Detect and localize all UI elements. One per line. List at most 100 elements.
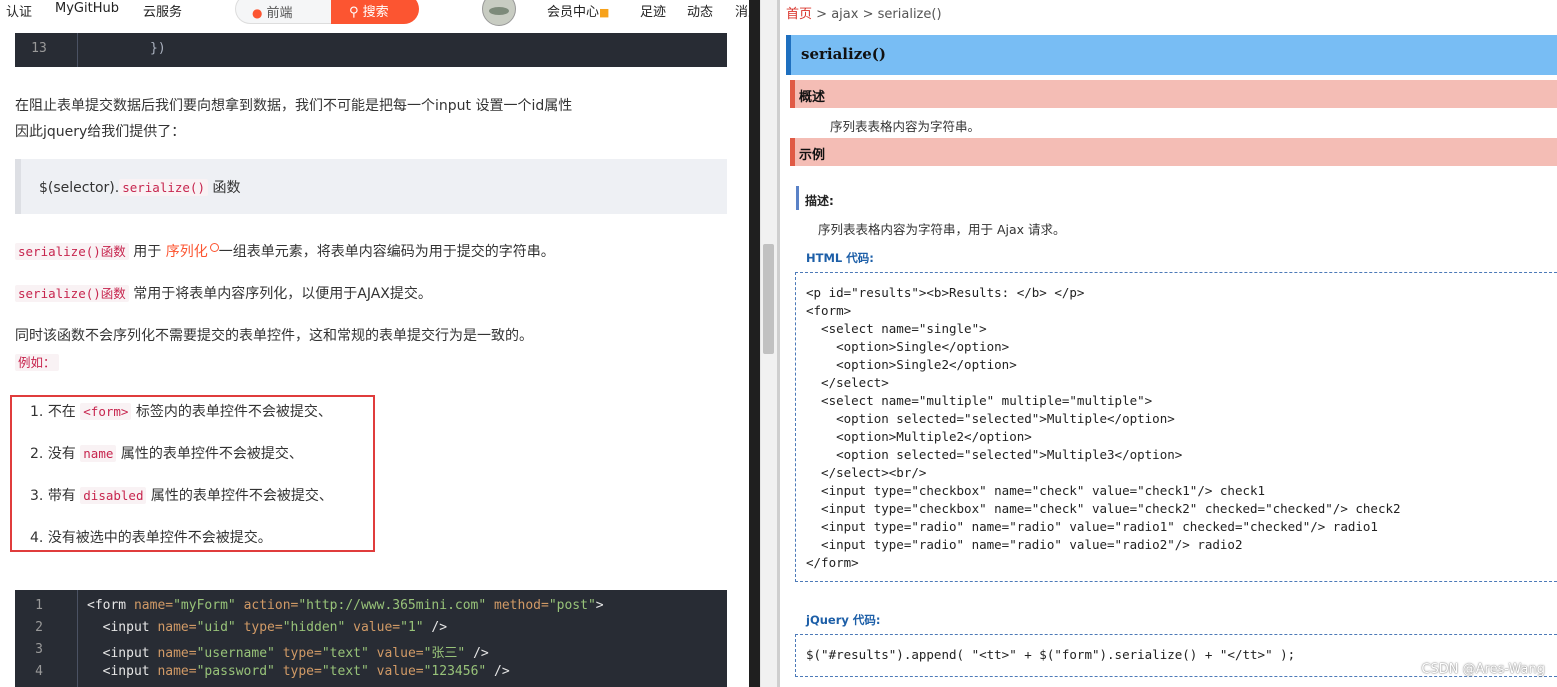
line-number: 1 bbox=[35, 598, 43, 613]
overview-text: 序列表表格内容为字符串。 bbox=[830, 119, 981, 134]
breadcrumb: 首页 > ajax > serialize() bbox=[786, 3, 942, 22]
list-item: 4. 没有被选中的表单控件不会被提交。 bbox=[30, 527, 272, 547]
code-line: <option>Single</option> bbox=[806, 339, 1010, 354]
code-line: }) bbox=[150, 41, 166, 56]
code-text: <input name="password" type="text" value… bbox=[87, 664, 510, 679]
gift-icon: ■ bbox=[599, 6, 610, 19]
inline-code: name bbox=[80, 445, 117, 462]
section-overview: 概述 bbox=[790, 80, 1557, 108]
desc-text: 序列表表格内容为字符串，用于 Ajax 请求。 bbox=[818, 222, 1066, 237]
window-edge bbox=[749, 0, 760, 687]
code-line: </form> bbox=[806, 555, 859, 570]
avatar[interactable] bbox=[482, 0, 516, 26]
quote-suffix: 函数 bbox=[208, 180, 241, 196]
list-num: 1. bbox=[30, 404, 48, 420]
code-line: 3 <input name="username" type="text" val… bbox=[15, 642, 727, 664]
nav-item-certify[interactable]: 认证 bbox=[6, 1, 32, 20]
list-num: 2. bbox=[30, 446, 48, 462]
p4-text: 常用于将表单内容序列化，以便用于AJAX提交。 bbox=[128, 286, 432, 302]
search-button-label: 搜索 bbox=[362, 5, 389, 20]
line-number: 13 bbox=[31, 41, 47, 56]
code-line: <option selected="selected">Multiple</op… bbox=[806, 411, 1175, 426]
nav-item-mygithub[interactable]: MyGitHub bbox=[55, 1, 119, 16]
paragraph-3: serialize()函数 用于 序列化 一组表单元素，将表单内容编码为用于提交的… bbox=[15, 241, 555, 261]
breadcrumb-home[interactable]: 首页 bbox=[786, 7, 812, 22]
list-text: 没有 bbox=[47, 446, 81, 462]
code-line: 4 <input name="password" type="text" val… bbox=[15, 664, 727, 686]
paragraph-1: 在阻止表单提交数据后我们要向想拿到数据，我们不可能是把每一个input 设置一个… bbox=[15, 98, 573, 114]
code-line: 1 <form name="myForm" action="http://www.… bbox=[15, 598, 727, 620]
top-nav: 认证 MyGitHub 云服务 ● 前端 ⚲ 搜索 会员中心■ 足迹 动态 消息 bbox=[0, 0, 761, 26]
paragraph-2: 因此jquery给我们提供了： bbox=[15, 124, 186, 140]
html-code-box: <p id="results"><b>Results: </b> </p> <f… bbox=[795, 272, 1557, 582]
search-button[interactable]: ⚲ 搜索 bbox=[331, 0, 419, 24]
inline-code: serialize() bbox=[119, 179, 208, 196]
code-line: <select name="single"> bbox=[806, 321, 987, 336]
code-line: <input type="radio" name="radio" value="… bbox=[806, 519, 1378, 534]
list-num: 4. bbox=[30, 530, 48, 546]
code-block-form: 1 <form name="myForm" action="http://www.… bbox=[15, 590, 727, 687]
nav-item-vip[interactable]: 会员中心■ bbox=[547, 1, 609, 20]
quote-prefix: $(selector). bbox=[39, 180, 120, 196]
section-example: 示例 bbox=[790, 138, 1557, 166]
fire-icon: ● bbox=[252, 6, 263, 20]
list-text: 带有 bbox=[47, 488, 81, 504]
inline-code: serialize()函数 bbox=[15, 243, 129, 260]
code-line: <input type="checkbox" name="check" valu… bbox=[806, 483, 1266, 498]
list-num: 3. bbox=[30, 488, 48, 504]
breadcrumb-current: serialize() bbox=[877, 7, 942, 22]
inline-code: 例如： bbox=[15, 354, 59, 371]
code-line: <option>Single2</option> bbox=[806, 357, 1017, 372]
code-line: <form> bbox=[806, 303, 852, 318]
search-input[interactable]: ● 前端 bbox=[235, 0, 331, 24]
breadcrumb-sep: > bbox=[816, 7, 828, 22]
code-line: <option selected="selected">Multiple3</o… bbox=[806, 447, 1183, 462]
scrollbar-thumb[interactable] bbox=[763, 244, 774, 354]
list-text: 属性的表单控件不会被提交、 bbox=[116, 446, 303, 462]
search-placeholder: 前端 bbox=[266, 6, 293, 21]
list-text: 不在 bbox=[47, 404, 81, 420]
nav-item-cloud[interactable]: 云服务 bbox=[143, 1, 182, 20]
code-line: 2 <input name="uid" type="hidden" value=… bbox=[15, 620, 727, 642]
code-text: <form name="myForm" action="http://www.3… bbox=[87, 598, 604, 613]
line-number: 4 bbox=[35, 664, 43, 679]
html-code-label: HTML 代码: bbox=[806, 251, 874, 265]
inline-code: disabled bbox=[80, 487, 147, 504]
list-text: 没有被选中的表单控件不会被提交。 bbox=[47, 530, 272, 546]
nav-vip-label: 会员中心 bbox=[547, 5, 600, 20]
code-line: <input type="checkbox" name="check" valu… bbox=[806, 501, 1401, 516]
watermark: CSDN @Ares-Wang bbox=[1421, 662, 1545, 677]
nav-item-activity[interactable]: 动态 bbox=[687, 1, 713, 20]
search-icon[interactable] bbox=[209, 243, 219, 252]
code-line: </select> bbox=[806, 375, 889, 390]
code-block-top: 13 }) bbox=[15, 33, 727, 67]
code-line: <select name="multiple" multiple="multip… bbox=[806, 393, 1153, 408]
gutter-divider bbox=[77, 33, 78, 67]
nav-item-footprint[interactable]: 足迹 bbox=[640, 1, 666, 20]
list-item: 2. 没有 name 属性的表单控件不会被提交、 bbox=[30, 443, 303, 463]
jquery-code-label: jQuery 代码: bbox=[806, 613, 881, 627]
code-text: <input name="username" type="text" value… bbox=[87, 646, 489, 661]
list-item: 1. 不在 <form> 标签内的表单控件不会被提交、 bbox=[30, 401, 332, 421]
code-line: <p id="results"><b>Results: </b> </p> bbox=[806, 285, 1085, 300]
code-line: <option>Multiple2</option> bbox=[806, 429, 1032, 444]
p3-text-a: 用于 bbox=[128, 244, 166, 260]
keyword-link[interactable]: 序列化 bbox=[166, 244, 208, 260]
list-text: 属性的表单控件不会被提交、 bbox=[146, 488, 333, 504]
list-text: 标签内的表单控件不会被提交、 bbox=[131, 404, 332, 420]
line-number: 3 bbox=[35, 642, 43, 657]
page-title: serialize() bbox=[786, 35, 1557, 75]
code-text: <input name="uid" type="hidden" value="1… bbox=[87, 620, 448, 635]
paragraph-4: serialize()函数 常用于将表单内容序列化，以便用于AJAX提交。 bbox=[15, 283, 432, 303]
list-item: 3. 带有 disabled 属性的表单控件不会被提交、 bbox=[30, 485, 333, 505]
search-icon: ⚲ bbox=[349, 5, 359, 20]
blockquote: $(selector). serialize() 函数 bbox=[15, 159, 727, 214]
line-number: 2 bbox=[35, 620, 43, 635]
doc-pane: 首页 > ajax > serialize() serialize() 概述 序… bbox=[780, 0, 1557, 687]
breadcrumb-sep: > bbox=[862, 7, 874, 22]
paragraph-6: 例如： bbox=[15, 352, 59, 371]
breadcrumb-ajax[interactable]: ajax bbox=[831, 7, 858, 22]
inline-code: <form> bbox=[80, 403, 132, 420]
code-line: <input type="radio" name="radio" value="… bbox=[806, 537, 1243, 552]
paragraph-5: 同时该函数不会序列化不需要提交的表单控件，这和常规的表单提交行为是一致的。 bbox=[15, 328, 533, 344]
